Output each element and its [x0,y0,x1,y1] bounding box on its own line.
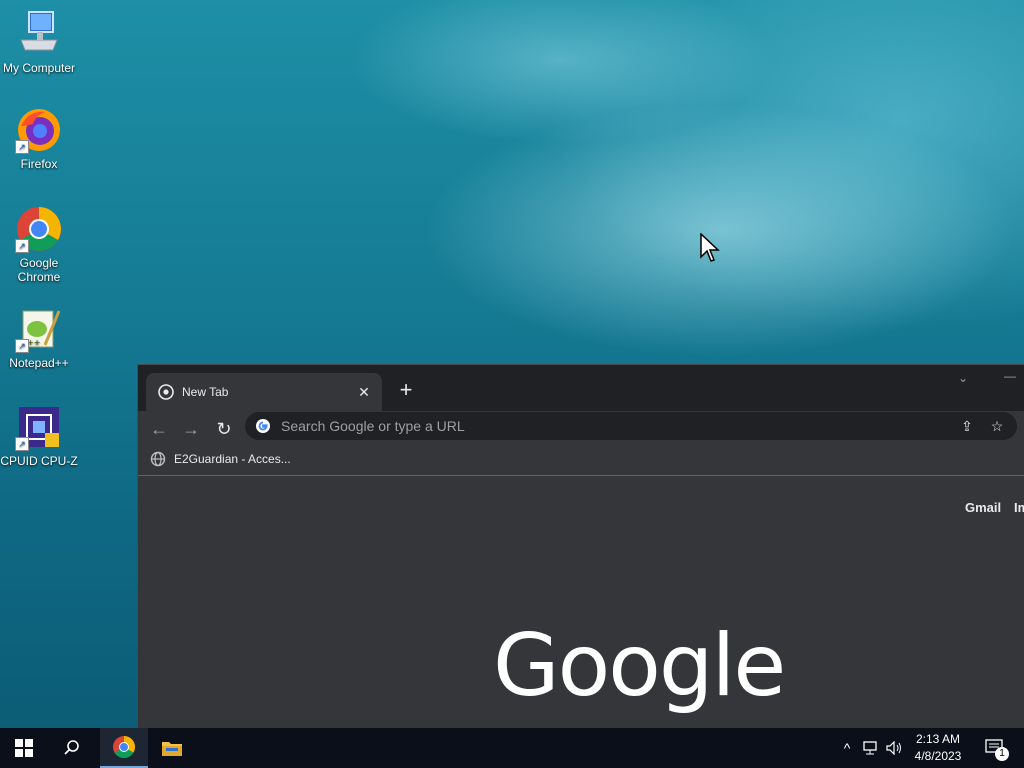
cpu-z-icon: ↗ [15,403,63,451]
minimize-icon[interactable]: — [1004,369,1016,383]
shortcut-arrow-icon: ↗ [15,339,29,353]
tab-search-chevron-icon[interactable]: ⌄ [958,371,968,385]
bookmark-star-icon[interactable]: ☆ [987,416,1007,436]
google-g-icon [255,418,271,434]
notepad-plus-plus-icon: ++ ↗ [15,305,63,353]
folder-icon [162,742,182,756]
desktop-icon-my-computer[interactable]: My Computer [0,10,78,75]
desktop-icon-cpuid-cpu-z[interactable]: ↗ CPUID CPU-Z [0,403,78,468]
tab-title: New Tab [182,385,229,399]
images-link[interactable]: Im [1014,500,1024,515]
omnibox[interactable]: ⇪ ☆ [245,412,1017,440]
desktop-icon-firefox[interactable]: ↗ Firefox [0,106,78,171]
gmail-link[interactable]: Gmail [965,500,1001,515]
omnibox-input[interactable] [279,417,957,435]
share-icon[interactable]: ⇪ [957,416,977,436]
network-icon[interactable] [860,728,882,768]
bookmarks-bar: E2Guardian - Acces... [138,447,1024,476]
svg-text:++: ++ [27,338,40,347]
search-icon [64,740,79,755]
shortcut-arrow-icon: ↗ [15,437,29,451]
shortcut-arrow-icon: ↗ [15,239,29,253]
close-tab-icon[interactable]: ✕ [356,384,372,400]
desktop-icon-notepad-plus-plus[interactable]: ++ ↗ Notepad++ [0,305,78,370]
windows-logo-icon [15,739,33,757]
desktop-icon-label: My Computer [2,61,76,75]
taskbar-chrome-button[interactable] [100,728,148,768]
desktop-icon-label: CPUID CPU-Z [0,454,78,468]
forward-arrow-icon[interactable]: → [179,417,203,441]
chrome-window: New Tab ✕ + ⌄ — ← → ↻ ⇪ ☆ [137,364,1024,729]
notification-count-badge: 1 [995,747,1009,761]
new-tab-button[interactable]: + [394,379,418,403]
desktop-icon-google-chrome[interactable]: ↗ Google Chrome [0,205,78,284]
clock-time: 2:13 AM [915,732,961,746]
taskbar-file-explorer-button[interactable] [148,728,196,768]
clock[interactable]: 2:13 AM 4/8/2023 [905,731,971,765]
tab-new-tab[interactable]: New Tab ✕ [146,373,382,411]
tab-strip: New Tab ✕ + ⌄ — [138,365,1024,411]
volume-icon[interactable] [884,728,906,768]
new-tab-page: Gmail Im Google [138,477,1024,729]
reload-icon[interactable]: ↻ [212,417,236,441]
search-button[interactable] [48,728,96,768]
mouse-cursor-icon [700,232,720,268]
chrome-favicon-icon [158,384,174,400]
toolbar: ← → ↻ ⇪ ☆ [138,411,1024,447]
desktop-icon-label: Google Chrome [17,256,61,284]
bookmark-e2guardian[interactable]: E2Guardian - Acces... [150,451,291,467]
computer-icon [15,10,63,58]
show-hidden-icons-chevron-icon[interactable]: ^ [838,728,856,768]
firefox-icon: ↗ [15,106,63,154]
chrome-icon [113,736,135,758]
desktop-icon-label: Firefox [20,157,58,171]
chrome-icon: ↗ [15,205,63,253]
taskbar: ^ 2:13 AM 4/8/2023 1 [0,728,1024,768]
clock-date: 4/8/2023 [914,749,962,763]
desktop-icon-label: Notepad++ [9,356,69,370]
shortcut-arrow-icon: ↗ [15,140,29,154]
start-button[interactable] [0,728,48,768]
google-logo: Google [493,616,786,716]
action-center-button[interactable]: 1 [980,728,1010,768]
back-arrow-icon[interactable]: ← [147,417,171,441]
bookmark-label: E2Guardian - Acces... [174,452,291,466]
globe-icon [150,451,166,467]
